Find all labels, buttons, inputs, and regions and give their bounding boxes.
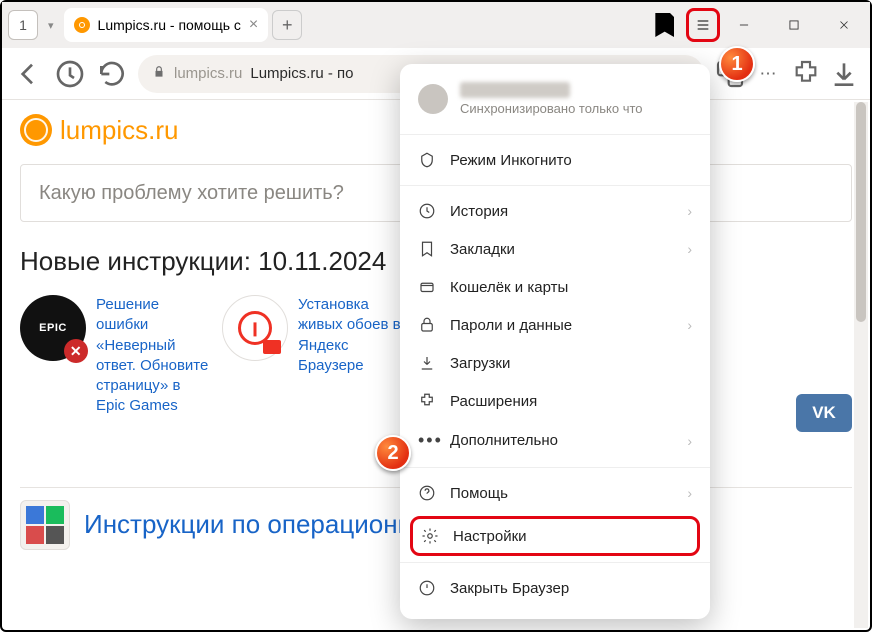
tab-bar: 1 ▾ Lumpics.ru - помощь с × + <box>2 2 870 48</box>
article-item[interactable]: EPIC ✕ Решение ошибки «Неверный ответ. О… <box>20 295 210 417</box>
address-domain: lumpics.ru <box>174 65 242 82</box>
avatar-icon <box>418 84 448 114</box>
callout-step-1: 1 <box>719 46 755 82</box>
menu-bookmarks[interactable]: Закладки› <box>400 230 710 268</box>
more-icon[interactable]: ⋯ <box>752 58 784 90</box>
main-menu-dropdown: Синхронизировано только что Режим Инкогн… <box>400 64 710 619</box>
chevron-right-icon: › <box>687 203 692 219</box>
menu-passwords[interactable]: Пароли и данные› <box>400 306 710 344</box>
callout-step-2: 2 <box>375 435 411 471</box>
reload-button[interactable] <box>96 58 128 90</box>
profile-sync-status: Синхронизировано только что <box>460 101 643 116</box>
menu-history[interactable]: История› <box>400 192 710 230</box>
article-link[interactable]: Решение ошибки «Неверный ответ. Обновите… <box>96 295 210 417</box>
menu-incognito[interactable]: Режим Инкогнито <box>400 141 710 179</box>
os-heading: Инструкции по операционн <box>84 509 412 540</box>
article-thumb-epic: EPIC ✕ <box>20 295 86 361</box>
yandex-home-icon[interactable] <box>54 58 86 90</box>
menu-extensions[interactable]: Расширения <box>400 382 710 420</box>
bookmark-all-icon[interactable] <box>650 9 682 41</box>
minimize-button[interactable] <box>724 5 764 45</box>
chevron-down-icon[interactable]: ▾ <box>42 19 60 32</box>
article-item[interactable]: Установка живых обоев в Яндекс Браузере <box>222 295 412 417</box>
article-thumb-yandex <box>222 295 288 361</box>
scrollbar-thumb[interactable] <box>856 102 866 322</box>
profile-name-blurred <box>460 82 570 98</box>
chevron-right-icon: › <box>687 485 692 501</box>
main-menu-button[interactable] <box>686 8 720 42</box>
window-controls <box>724 5 864 45</box>
chevron-right-icon: › <box>687 317 692 333</box>
site-favicon <box>74 17 90 33</box>
back-button[interactable] <box>12 58 44 90</box>
error-badge-icon: ✕ <box>64 339 88 363</box>
close-window-button[interactable] <box>824 5 864 45</box>
extensions-icon[interactable] <box>790 58 822 90</box>
os-icons <box>20 500 70 550</box>
active-tab[interactable]: Lumpics.ru - помощь с × <box>64 8 269 42</box>
vertical-scrollbar[interactable] <box>854 102 868 628</box>
lock-icon <box>152 65 166 83</box>
vk-widget[interactable]: VK <box>796 394 852 432</box>
chevron-right-icon: › <box>687 241 692 257</box>
article-link[interactable]: Установка живых обоев в Яндекс Браузере <box>298 295 412 417</box>
close-tab-icon[interactable]: × <box>249 16 258 34</box>
brand-text: lumpics.ru <box>60 115 178 146</box>
tab-title: Lumpics.ru - помощь с <box>98 17 241 33</box>
search-placeholder: Какую проблему хотите решить? <box>39 182 344 205</box>
address-title: Lumpics.ru - по <box>250 65 353 82</box>
menu-settings[interactable]: Настройки <box>410 516 700 556</box>
maximize-button[interactable] <box>774 5 814 45</box>
brand-logo-icon <box>20 114 52 146</box>
menu-wallet[interactable]: Кошелёк и карты <box>400 268 710 306</box>
menu-quit[interactable]: Закрыть Браузер <box>400 569 710 607</box>
menu-downloads[interactable]: Загрузки <box>400 344 710 382</box>
downloads-icon[interactable] <box>828 58 860 90</box>
menu-help[interactable]: Помощь› <box>400 474 710 512</box>
new-tab-button[interactable]: + <box>272 10 302 40</box>
menu-profile[interactable]: Синхронизировано только что <box>400 74 710 128</box>
pinned-tab-count[interactable]: 1 <box>8 10 38 40</box>
chevron-right-icon: › <box>687 433 692 449</box>
dots-icon: ••• <box>418 430 436 451</box>
menu-more[interactable]: ••• Дополнительно› <box>400 420 710 461</box>
